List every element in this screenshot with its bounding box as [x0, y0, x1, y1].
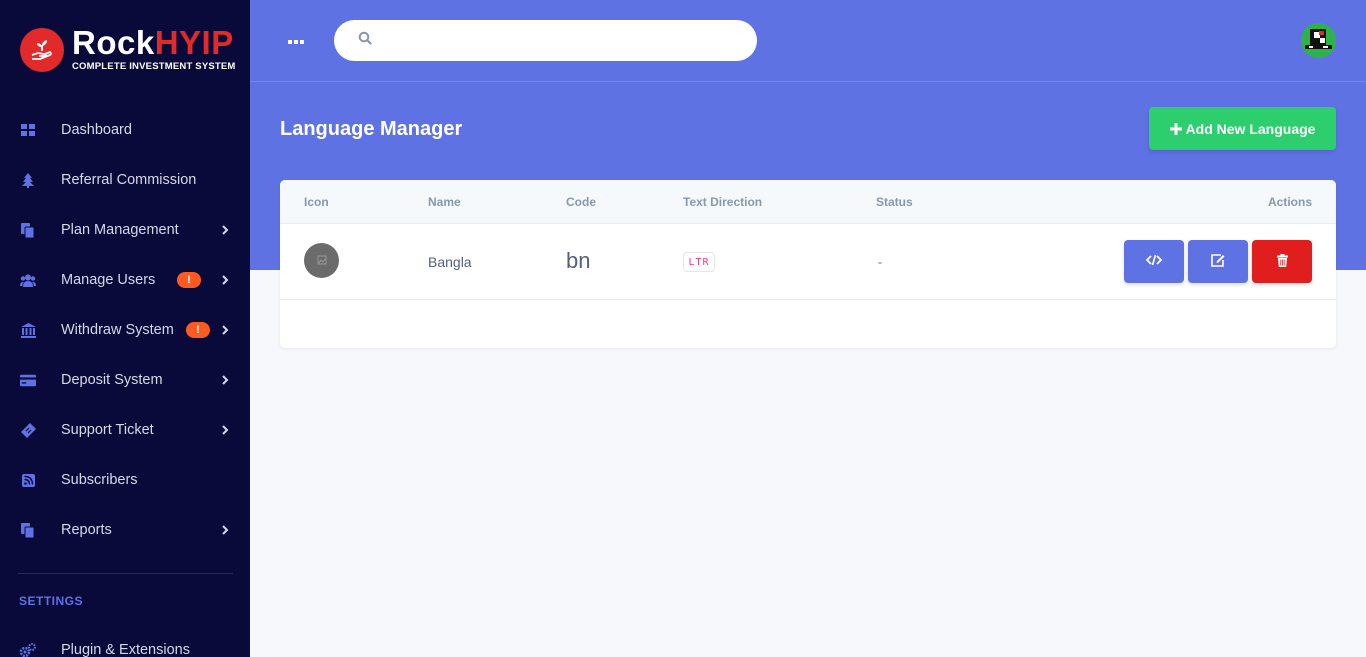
cogs-icon — [20, 642, 36, 657]
sidebar-item-reports[interactable]: Reports — [0, 505, 250, 555]
hand-seedling-icon — [20, 27, 64, 72]
sidebar-item-label: Subscribers — [61, 472, 138, 488]
sidebar-item-label: Support Ticket — [61, 422, 154, 438]
bank-icon — [20, 322, 36, 338]
search-bar[interactable] — [334, 20, 757, 61]
sidebar-divider — [18, 573, 233, 574]
column-header-actions: Actions — [1267, 195, 1312, 209]
sidebar-item-label: Plugin & Extensions — [61, 642, 190, 657]
chevron-right-icon — [218, 323, 232, 337]
text-direction-badge: LTR — [683, 252, 715, 272]
column-header-name: Name — [428, 195, 461, 209]
language-status: - — [878, 255, 882, 269]
alert-badge: ! — [177, 272, 201, 288]
plus-icon — [1169, 120, 1182, 138]
chevron-right-icon — [218, 373, 232, 387]
sidebar-item-label: Referral Commission — [61, 172, 197, 188]
settings-heading: SETTINGS — [19, 594, 84, 608]
sidebar-menu: Dashboard Referral Commission Plan Manag… — [0, 105, 250, 555]
image-placeholder-icon — [317, 252, 327, 270]
column-header-text-direction: Text Direction — [683, 195, 763, 209]
chevron-right-icon — [218, 423, 232, 437]
users-icon — [20, 272, 36, 288]
tree-icon — [20, 172, 36, 188]
sidebar-item-label: Reports — [61, 522, 112, 538]
chevron-right-icon — [218, 273, 232, 287]
sidebar-item-manage-users[interactable]: Manage Users ! — [0, 255, 250, 305]
table-header: Icon Name Code Text Direction Status Act… — [280, 180, 1336, 224]
copy-icon — [20, 222, 36, 238]
language-code: bn — [566, 248, 591, 273]
language-flag-avatar[interactable] — [304, 243, 339, 278]
column-header-status: Status — [876, 195, 913, 209]
brand-name-part1: Rock — [72, 24, 155, 61]
brand-name-part2: HYIP — [154, 24, 234, 61]
search-input[interactable] — [382, 20, 757, 61]
user-avatar[interactable] — [1301, 23, 1336, 58]
sidebar-toggle-button[interactable] — [286, 33, 306, 49]
edit-keywords-button[interactable] — [1124, 240, 1184, 283]
brand-tagline: COMPLETE INVESTMENT SYSTEM — [72, 61, 236, 72]
copy-icon — [20, 522, 36, 538]
edit-icon — [1211, 253, 1225, 270]
trash-icon — [1276, 253, 1288, 270]
topbar-divider — [250, 81, 1366, 82]
column-header-code: Code — [566, 195, 596, 209]
sidebar-item-withdraw-system[interactable]: Withdraw System ! — [0, 305, 250, 355]
dashboard-icon — [20, 122, 36, 138]
sidebar-item-label: Deposit System — [61, 372, 163, 388]
more-dots-icon — [287, 32, 305, 50]
ticket-icon — [20, 422, 36, 438]
language-table-card: Icon Name Code Text Direction Status Act… — [280, 180, 1336, 348]
add-new-language-label: Add New Language — [1185, 120, 1316, 137]
search-icon — [358, 31, 372, 50]
edit-language-button[interactable] — [1188, 240, 1248, 283]
sidebar-item-label: Manage Users — [61, 272, 156, 288]
table-row: Bangla bn LTR - — [280, 224, 1336, 300]
alert-badge: ! — [186, 322, 210, 338]
add-new-language-button[interactable]: Add New Language — [1149, 107, 1336, 150]
chevron-right-icon — [218, 523, 232, 537]
chevron-right-icon — [218, 223, 232, 237]
sidebar-item-plugin-extensions[interactable]: Plugin & Extensions — [0, 625, 250, 657]
delete-language-button[interactable] — [1252, 240, 1312, 283]
column-header-icon: Icon — [304, 195, 329, 209]
language-name: Bangla — [428, 254, 472, 270]
sidebar-item-label: Plan Management — [61, 222, 179, 238]
page-title: Language Manager — [280, 118, 463, 140]
sidebar-item-support-ticket[interactable]: Support Ticket — [0, 405, 250, 455]
sidebar-item-dashboard[interactable]: Dashboard — [0, 105, 250, 155]
brand-logo[interactable]: RockHYIP COMPLETE INVESTMENT SYSTEM — [20, 24, 236, 72]
sidebar-item-subscribers[interactable]: Subscribers — [0, 455, 250, 505]
rss-icon — [20, 472, 36, 488]
code-icon — [1145, 254, 1163, 269]
sidebar-item-referral-commission[interactable]: Referral Commission — [0, 155, 250, 205]
sidebar-item-deposit-system[interactable]: Deposit System — [0, 355, 250, 405]
sidebar-item-label: Dashboard — [61, 122, 132, 138]
sidebar: RockHYIP COMPLETE INVESTMENT SYSTEM Dash… — [0, 0, 250, 657]
sidebar-item-label: Withdraw System — [61, 322, 174, 338]
credit-card-icon — [20, 372, 36, 388]
sidebar-item-plan-management[interactable]: Plan Management — [0, 205, 250, 255]
